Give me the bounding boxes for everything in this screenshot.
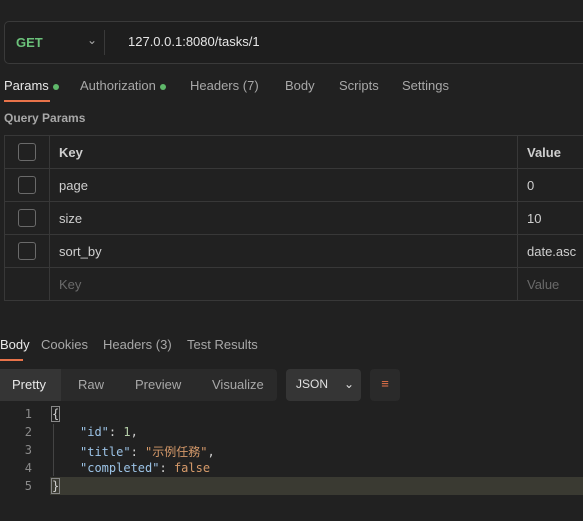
tab-authorization[interactable]: Authorization — [80, 78, 166, 93]
code-line: "id": 1, — [80, 425, 138, 439]
tab-label: Headers — [103, 337, 153, 352]
tab-count: (7) — [242, 78, 259, 93]
line-number: 2 — [24, 425, 32, 439]
table-row: page 0 — [4, 168, 583, 202]
row-checkbox[interactable] — [18, 209, 36, 227]
json-value: false — [173, 461, 211, 475]
status-dot-icon — [52, 83, 59, 90]
json-key: "id" — [80, 425, 109, 439]
json-value: 1 — [123, 425, 131, 439]
tab-test-results[interactable]: Test Results — [187, 337, 258, 352]
chevron-down-icon[interactable]: ⌄ — [87, 33, 97, 47]
select-all-checkbox[interactable] — [18, 143, 36, 161]
wrap-lines-button[interactable]: ≡ — [370, 369, 400, 401]
tab-body[interactable]: Body — [285, 78, 315, 93]
param-key[interactable]: page — [49, 168, 518, 202]
row-checkbox[interactable] — [18, 176, 36, 194]
tab-headers[interactable]: Headers (7) — [190, 78, 259, 93]
query-params-title: Query Params — [4, 111, 86, 125]
line-number: 3 — [24, 443, 32, 457]
method-select[interactable]: GET — [16, 35, 43, 50]
brace-close: } — [50, 478, 61, 494]
chevron-down-icon: ⌄ — [344, 377, 355, 391]
view-pretty[interactable]: Pretty — [0, 369, 61, 401]
json-key: "completed" — [80, 461, 160, 475]
params-table: Key Value page 0 size 10 sort_by date.asc Ke… — [4, 135, 583, 301]
value-header: Value — [517, 135, 583, 169]
url-bar: GET ⌄ 127.0.0.1:8080/tasks/1 — [4, 21, 583, 64]
table-row: size 10 — [4, 201, 583, 235]
new-key-input[interactable]: Key — [49, 267, 518, 301]
tab-count: (3) — [155, 337, 172, 352]
tab-label: Params — [4, 78, 49, 93]
active-tab-underline — [4, 100, 50, 102]
status-dot-icon — [159, 83, 166, 90]
tab-label: Headers — [190, 78, 240, 93]
tab-scripts[interactable]: Scripts — [339, 78, 379, 93]
key-header: Key — [49, 135, 518, 169]
table-row-empty: Key Value — [4, 267, 583, 301]
view-raw[interactable]: Raw — [78, 377, 104, 392]
json-value: "示例任務" — [145, 445, 208, 459]
row-checkbox[interactable] — [18, 242, 36, 260]
tab-label: Authorization — [80, 78, 156, 93]
indent-guide — [53, 424, 54, 476]
line-number: 5 — [24, 479, 32, 493]
tab-cookies[interactable]: Cookies — [41, 337, 88, 352]
new-value-input[interactable]: Value — [517, 267, 583, 301]
tab-settings[interactable]: Settings — [402, 78, 449, 93]
line-number: 4 — [24, 461, 32, 475]
line-number: 1 — [24, 407, 32, 421]
table-row: sort_by date.asc — [4, 234, 583, 268]
param-value[interactable]: 10 — [517, 201, 583, 235]
tab-params[interactable]: Params — [4, 78, 59, 93]
param-value[interactable]: date.asc — [517, 234, 583, 268]
table-header: Key Value — [4, 135, 583, 169]
code-line: "completed": false — [80, 461, 211, 475]
json-key: "title" — [80, 445, 131, 459]
view-visualize[interactable]: Visualize — [212, 377, 264, 392]
wrap-lines-icon: ≡ — [381, 376, 389, 391]
current-line-highlight — [50, 477, 583, 495]
code-line: "title": "示例任務", — [80, 445, 215, 459]
tab-response-headers[interactable]: Headers (3) — [103, 337, 172, 352]
divider — [104, 30, 105, 55]
param-value[interactable]: 0 — [517, 168, 583, 202]
view-preview[interactable]: Preview — [135, 377, 181, 392]
url-input[interactable]: 127.0.0.1:8080/tasks/1 — [128, 34, 260, 49]
format-label: JSON — [296, 377, 329, 391]
param-key[interactable]: size — [49, 201, 518, 235]
brace-open: { — [50, 406, 61, 422]
param-key[interactable]: sort_by — [49, 234, 518, 268]
active-tab-underline — [0, 359, 23, 361]
tab-response-body[interactable]: Body — [0, 337, 30, 352]
format-select[interactable]: JSON ⌄ — [286, 369, 361, 401]
view-mode-group: Pretty Raw Preview Visualize — [0, 369, 277, 401]
